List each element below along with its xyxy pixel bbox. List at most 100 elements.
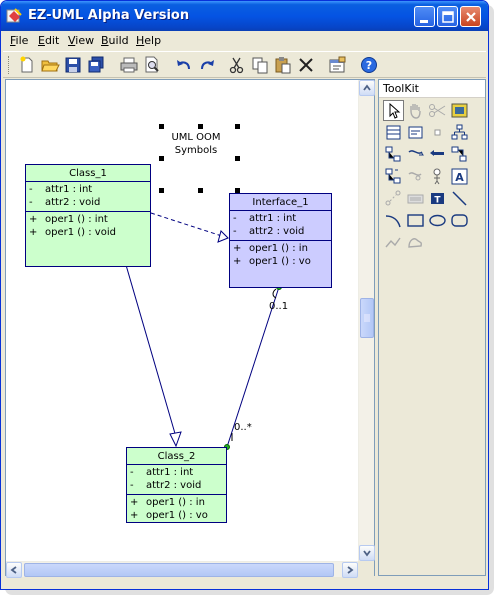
link-icon bbox=[408, 172, 422, 181]
maximize-button[interactable] bbox=[437, 6, 458, 27]
print-icon[interactable] bbox=[119, 55, 139, 75]
operation-row: + oper1 () : int bbox=[29, 214, 108, 225]
selection-handle[interactable] bbox=[235, 124, 240, 129]
multiplicity-source-label: 0..1 bbox=[269, 301, 289, 312]
close-button[interactable] bbox=[460, 6, 481, 27]
realization-line[interactable] bbox=[150, 212, 229, 239]
line-tool[interactable] bbox=[449, 188, 470, 209]
menu-build[interactable]: Build bbox=[101, 34, 129, 47]
text-area-tool[interactable]: A bbox=[449, 166, 470, 187]
association-tool[interactable] bbox=[405, 144, 426, 165]
arc-icon bbox=[385, 215, 401, 228]
operation-row: + oper1 () : vo bbox=[130, 510, 208, 521]
toolbar-grip[interactable] bbox=[8, 56, 11, 74]
interface-tool[interactable] bbox=[405, 122, 426, 143]
note-line-2: Symbols bbox=[174, 145, 218, 156]
arc-tool[interactable] bbox=[383, 210, 404, 231]
pan-tool[interactable] bbox=[405, 100, 426, 121]
vertical-scroll-thumb[interactable] bbox=[360, 298, 374, 338]
selection-handle[interactable] bbox=[159, 156, 164, 161]
generalization-icon bbox=[385, 146, 401, 162]
object-tool[interactable] bbox=[427, 122, 448, 143]
scroll-left-button[interactable] bbox=[6, 562, 22, 578]
attribute-row: - attr1 : int bbox=[130, 467, 194, 478]
menu-file[interactable]: File bbox=[10, 34, 28, 47]
app-window: EZ-UML Alpha Version File Edit View Buil… bbox=[0, 0, 489, 590]
menu-bar: File Edit View Build Help bbox=[3, 31, 486, 51]
operations-section: + oper1 () : in + oper1 () : vo bbox=[230, 241, 331, 270]
selection-handle[interactable] bbox=[159, 188, 164, 193]
link-tool[interactable] bbox=[405, 166, 426, 187]
minimize-button[interactable] bbox=[414, 6, 435, 27]
attribute-row: - attr2 : void bbox=[233, 226, 305, 237]
save-all-icon[interactable] bbox=[86, 55, 106, 75]
print-preview-icon[interactable] bbox=[142, 55, 162, 75]
arrow-pointer-icon bbox=[389, 102, 401, 119]
open-folder-icon[interactable] bbox=[40, 55, 60, 75]
composition-tool[interactable] bbox=[383, 166, 404, 187]
copy-icon[interactable] bbox=[250, 55, 270, 75]
menu-help[interactable]: Help bbox=[136, 34, 161, 47]
class-name: Class_2 bbox=[127, 448, 226, 465]
generalization-line[interactable] bbox=[125, 264, 177, 438]
svg-text:A: A bbox=[455, 171, 464, 184]
generalization-tool[interactable] bbox=[383, 144, 404, 165]
scroll-right-button[interactable] bbox=[342, 562, 358, 578]
class-2-box[interactable]: Class_2 - attr1 : int - attr2 : void + oper… bbox=[126, 447, 227, 523]
class-icon bbox=[386, 125, 401, 140]
uml-note[interactable]: UML OOM Symbols bbox=[164, 131, 228, 157]
menu-edit[interactable]: Edit bbox=[38, 34, 59, 47]
select-tool[interactable] bbox=[383, 100, 404, 121]
svg-text:T: T bbox=[434, 196, 441, 206]
vertical-scrollbar[interactable] bbox=[358, 80, 375, 561]
keyboard-tool[interactable] bbox=[405, 188, 426, 209]
title-bar[interactable]: EZ-UML Alpha Version bbox=[1, 1, 488, 31]
save-icon[interactable] bbox=[63, 55, 83, 75]
properties-icon[interactable] bbox=[327, 55, 347, 75]
undo-icon[interactable] bbox=[174, 55, 194, 75]
toolbar: ? bbox=[3, 51, 486, 78]
hierarchy-tool[interactable] bbox=[449, 122, 470, 143]
help-icon[interactable]: ? bbox=[359, 55, 379, 75]
dependency-tool[interactable] bbox=[427, 144, 448, 165]
freeform-tool[interactable] bbox=[405, 232, 426, 253]
note-line-1: UML OOM bbox=[171, 132, 221, 143]
package-tool[interactable] bbox=[449, 100, 470, 121]
text-tool[interactable]: T bbox=[427, 188, 448, 209]
actor-tool[interactable] bbox=[427, 166, 448, 187]
selection-handle[interactable] bbox=[159, 124, 164, 129]
selection-handle[interactable] bbox=[235, 156, 240, 161]
text-area-icon: A bbox=[451, 168, 468, 185]
menu-view[interactable]: View bbox=[68, 34, 94, 47]
polyline-tool[interactable] bbox=[383, 232, 404, 253]
new-file-icon[interactable] bbox=[17, 55, 37, 75]
scroll-down-button[interactable] bbox=[359, 545, 375, 561]
class-name: Class_1 bbox=[26, 165, 150, 182]
package-icon bbox=[451, 103, 468, 118]
anchor-tool[interactable] bbox=[383, 188, 404, 209]
redo-icon[interactable] bbox=[197, 55, 217, 75]
horizontal-scrollbar[interactable] bbox=[6, 561, 358, 578]
scrollbar-corner bbox=[358, 561, 374, 577]
scroll-up-button[interactable] bbox=[359, 80, 375, 96]
chevron-right-icon bbox=[347, 566, 354, 574]
diagram-canvas[interactable]: UML OOM Symbols Class_1 - attr1 : int - at… bbox=[6, 80, 358, 561]
rectangle-tool[interactable] bbox=[405, 210, 426, 231]
horizontal-scroll-thumb[interactable] bbox=[24, 563, 334, 577]
paste-icon[interactable] bbox=[273, 55, 293, 75]
ellipse-tool[interactable] bbox=[427, 210, 448, 231]
interface-1-box[interactable]: Interface_1 - attr1 : int - attr2 : void +… bbox=[229, 193, 332, 288]
chevron-left-icon bbox=[10, 566, 17, 574]
cut-icon[interactable] bbox=[227, 55, 247, 75]
delete-icon[interactable] bbox=[296, 55, 316, 75]
class-1-box[interactable]: Class_1 - attr1 : int - attr2 : void + oper… bbox=[25, 164, 151, 267]
realization-tool[interactable] bbox=[449, 144, 470, 165]
selection-handle[interactable] bbox=[198, 188, 203, 193]
class-tool[interactable] bbox=[383, 122, 404, 143]
rounded-rectangle-tool[interactable] bbox=[449, 210, 470, 231]
interface-icon bbox=[408, 126, 423, 139]
grip-icon bbox=[364, 314, 370, 322]
selection-handle[interactable] bbox=[198, 124, 203, 129]
attribute-row: - attr1 : int bbox=[29, 184, 93, 195]
cut-tool[interactable] bbox=[427, 100, 448, 121]
